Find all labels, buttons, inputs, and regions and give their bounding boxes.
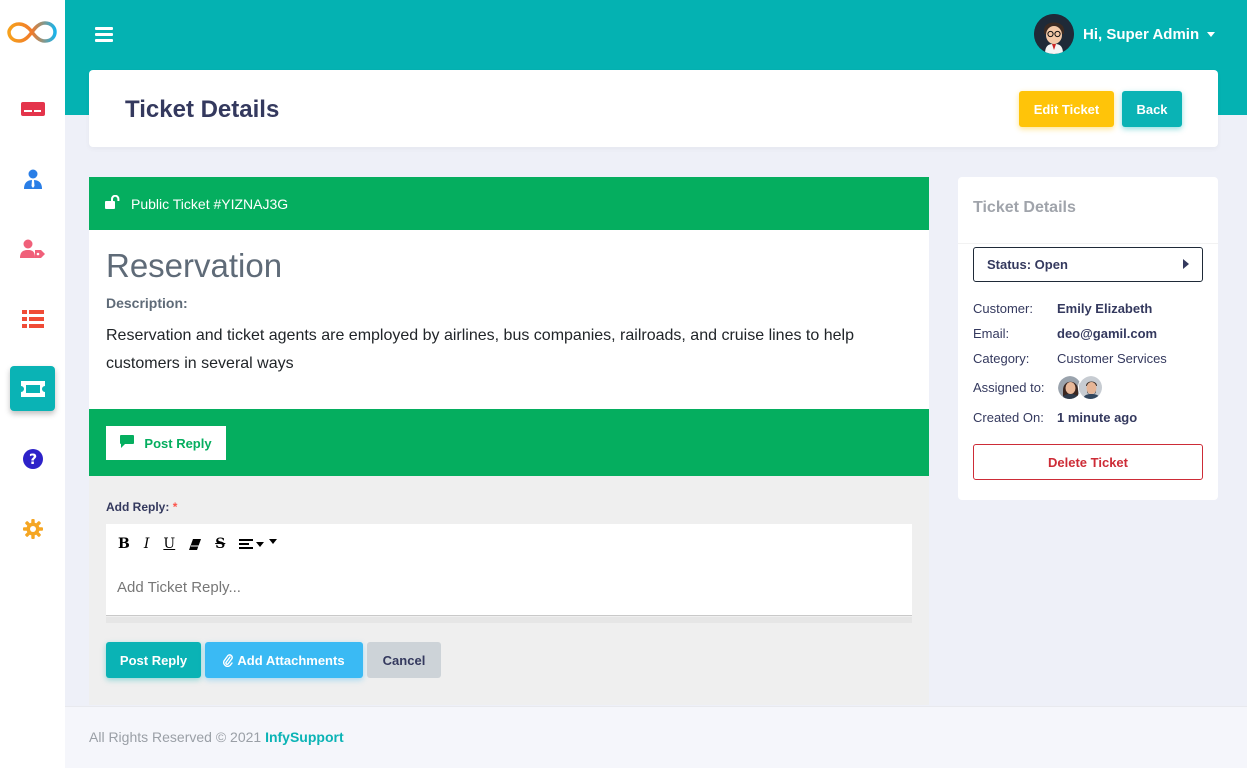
tab-post-reply-label: Post Reply: [144, 435, 212, 451]
rich-text-editor: B I U S: [106, 524, 912, 616]
gear-icon: [22, 518, 43, 539]
caret-down-icon: [269, 539, 278, 544]
eraser-button[interactable]: [189, 538, 202, 550]
ticket-icon: [20, 380, 45, 397]
page-title: Ticket Details: [125, 96, 280, 123]
category-row: Category: Customer Services: [973, 351, 1167, 366]
copyright-text: All Rights Reserved © 2021: [89, 729, 262, 745]
page-header-card: Ticket Details Edit Ticket Back: [89, 70, 1218, 147]
reply-actions: Post Reply Add Attachments Cancel: [106, 642, 445, 678]
infinity-logo-icon[interactable]: [6, 17, 58, 47]
editor-resize-bar[interactable]: [106, 617, 912, 623]
add-reply-label: Add Reply: *: [106, 500, 177, 514]
sidebar: ?: [0, 0, 65, 768]
email-row: Email: deo@gamil.com: [973, 326, 1157, 341]
caret-right-icon: [1183, 259, 1189, 269]
ticket-details-card: Ticket Details Status: Open Customer: Em…: [958, 177, 1218, 500]
underline-button[interactable]: U: [163, 536, 175, 552]
reply-form: Add Reply: * B I U S Post Rep: [89, 476, 929, 705]
bold-button[interactable]: B: [118, 536, 130, 552]
reply-tab-bar: Post Reply: [89, 409, 929, 476]
sidebar-item-categories[interactable]: [10, 296, 55, 341]
editor-toolbar: B I U S: [118, 536, 291, 552]
created-key: Created On:: [973, 410, 1044, 425]
ticket-title: Reservation: [106, 247, 283, 284]
unlock-icon: [105, 194, 121, 213]
comment-icon: [120, 435, 144, 451]
menu-toggle-icon[interactable]: [95, 27, 113, 43]
back-button[interactable]: Back: [1122, 91, 1182, 127]
svg-text:?: ?: [28, 452, 36, 468]
reply-input[interactable]: [117, 576, 897, 598]
details-title: Ticket Details: [973, 199, 1076, 216]
created-value: 1 minute ago: [1057, 410, 1138, 425]
add-attachments-button[interactable]: Add Attachments: [205, 642, 363, 678]
sidebar-item-agents[interactable]: [10, 156, 55, 201]
avatar: [1034, 14, 1074, 54]
paragraph-align-dropdown[interactable]: [239, 539, 278, 549]
email-value: deo@gamil.com: [1057, 326, 1158, 341]
tab-post-reply[interactable]: Post Reply: [106, 426, 226, 460]
required-mark: *: [172, 500, 178, 514]
description-text: Reservation and ticket agents are employ…: [106, 327, 854, 372]
eraser-icon: [189, 538, 202, 550]
add-attachments-label: Add Attachments: [237, 652, 345, 668]
strikethrough-button[interactable]: S: [215, 536, 225, 552]
footer: All Rights Reserved © 2021 InfySupport: [65, 706, 1247, 768]
email-key: Email:: [973, 326, 1010, 341]
status-label: Status: Open: [987, 257, 1068, 272]
user-tag-icon: [19, 239, 46, 259]
category-value: Customer Services: [1057, 351, 1167, 366]
question-circle-icon: ?: [22, 448, 43, 469]
sidebar-item-faqs[interactable]: ?: [10, 436, 55, 481]
customer-key: Customer:: [973, 301, 1033, 316]
sidebar-item-customers[interactable]: [10, 226, 55, 271]
ticket-id-label: Public Ticket #YIZNAJ3G: [131, 195, 289, 212]
divider: [958, 243, 1218, 244]
chevron-down-icon: [1207, 31, 1216, 37]
align-left-icon: [239, 539, 254, 549]
credit-card-icon: [20, 101, 45, 116]
ticket-header: Public Ticket #YIZNAJ3G: [89, 177, 929, 230]
add-reply-label-text: Add Reply:: [106, 500, 170, 514]
italic-button[interactable]: I: [144, 536, 150, 552]
user-tie-icon: [23, 169, 42, 189]
user-dropdown[interactable]: Hi, Super Admin: [1034, 14, 1216, 54]
sidebar-item-settings[interactable]: [10, 506, 55, 551]
created-row: Created On: 1 minute ago: [973, 410, 1137, 425]
user-name: Hi, Super Admin: [1083, 25, 1200, 43]
post-reply-button[interactable]: Post Reply: [106, 642, 201, 678]
list-icon: [21, 309, 44, 328]
sidebar-item-tickets[interactable]: [10, 366, 55, 411]
avatar[interactable]: [1078, 375, 1103, 400]
assigned-row: Assigned to:: [973, 375, 1103, 400]
customer-value: Emily Elizabeth: [1057, 301, 1153, 316]
status-dropdown[interactable]: Status: Open: [973, 247, 1203, 282]
sidebar-item-billing[interactable]: [10, 86, 55, 131]
caret-down-icon: [256, 541, 265, 547]
cancel-button[interactable]: Cancel: [367, 642, 441, 678]
ticket-card: Public Ticket #YIZNAJ3G Reservation Desc…: [89, 177, 929, 705]
footer-text: All Rights Reserved © 2021 InfySupport: [89, 729, 344, 745]
assigned-key: Assigned to:: [973, 380, 1045, 395]
customer-row: Customer: Emily Elizabeth: [973, 301, 1152, 316]
paperclip-icon: [223, 653, 234, 667]
edit-ticket-button[interactable]: Edit Ticket: [1019, 91, 1114, 127]
category-key: Category:: [973, 351, 1030, 366]
description-label: Description:: [106, 295, 188, 311]
delete-ticket-button[interactable]: Delete Ticket: [973, 444, 1203, 480]
footer-brand-link[interactable]: InfySupport: [265, 729, 344, 745]
